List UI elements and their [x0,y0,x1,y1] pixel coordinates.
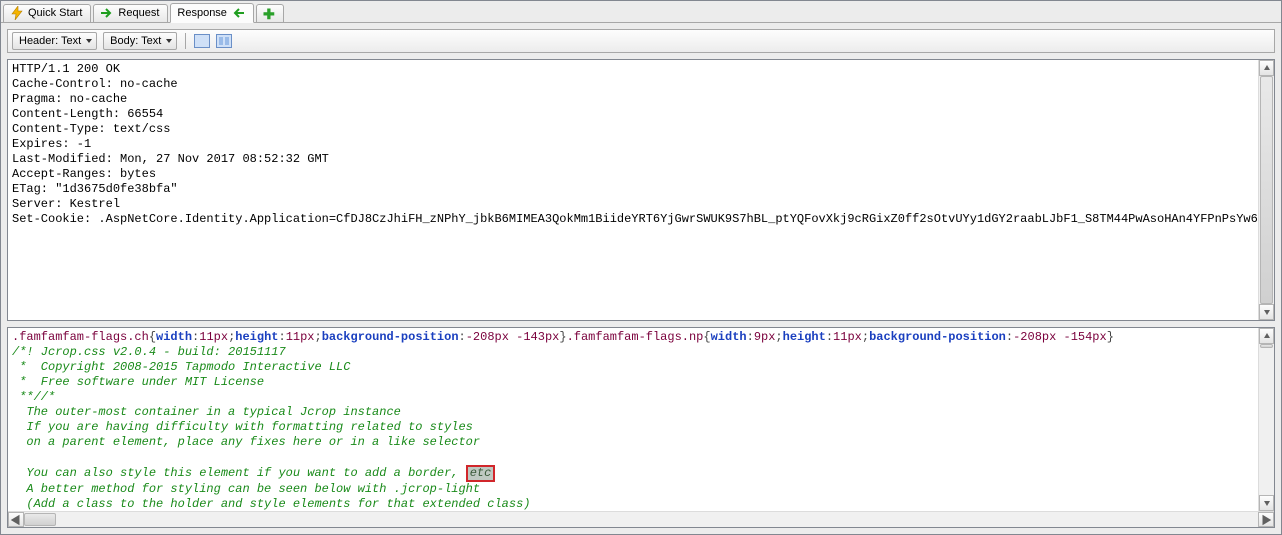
scroll-up-icon[interactable] [1259,60,1274,76]
tab-add[interactable]: ✚ [256,4,284,22]
dropdown-label: Header: Text [19,35,81,47]
tab-quick-start[interactable]: Quick Start [3,4,91,22]
scrollbar-horizontal[interactable] [8,511,1274,527]
scrollbar-vertical[interactable] [1258,60,1274,320]
view-single-pane-button[interactable] [194,34,210,48]
scroll-down-icon[interactable] [1259,495,1274,511]
dropdown-label: Body: Text [110,35,161,47]
scroll-up-icon[interactable] [1259,328,1274,344]
toolbar-separator [185,33,186,49]
toolbar: Header: Text Body: Text [7,29,1275,53]
scroll-track[interactable] [24,512,1258,527]
scroll-down-icon[interactable] [1259,304,1274,320]
lightning-icon [10,6,24,20]
scroll-track[interactable] [1259,344,1274,495]
plus-icon: ✚ [263,7,277,21]
tab-label: Quick Start [28,7,82,19]
scroll-thumb[interactable] [24,513,56,526]
arrow-right-icon [100,6,114,20]
tab-label: Request [118,7,159,19]
header-format-dropdown[interactable]: Header: Text [12,32,97,50]
scroll-left-icon[interactable] [8,512,24,527]
toolbar-wrap: Header: Text Body: Text [1,23,1281,59]
response-panel: Quick Start Request Response ✚ Header: T… [0,0,1282,535]
panes: HTTP/1.1 200 OK Cache-Control: no-cache … [1,59,1281,534]
arrow-left-icon [231,6,245,20]
tab-response[interactable]: Response [170,3,254,23]
highlighted-text: etc [466,465,496,482]
response-body-pane: .famfamfam-flags.ch{width:11px;height:11… [7,327,1275,528]
response-headers-pane: HTTP/1.1 200 OK Cache-Control: no-cache … [7,59,1275,321]
scroll-right-icon[interactable] [1258,512,1274,527]
chevron-down-icon [86,39,92,43]
scroll-track[interactable] [1259,76,1274,304]
response-body-text[interactable]: .famfamfam-flags.ch{width:11px;height:11… [8,328,1258,511]
tab-request[interactable]: Request [93,4,168,22]
tab-bar: Quick Start Request Response ✚ [1,1,1281,23]
chevron-down-icon [166,39,172,43]
view-split-pane-button[interactable] [216,34,232,48]
tab-label: Response [177,7,227,19]
scroll-thumb[interactable] [1260,76,1273,304]
body-format-dropdown[interactable]: Body: Text [103,32,177,50]
scrollbar-vertical[interactable] [1258,328,1274,511]
scroll-thumb[interactable] [1260,344,1273,348]
response-headers-text[interactable]: HTTP/1.1 200 OK Cache-Control: no-cache … [8,60,1258,320]
